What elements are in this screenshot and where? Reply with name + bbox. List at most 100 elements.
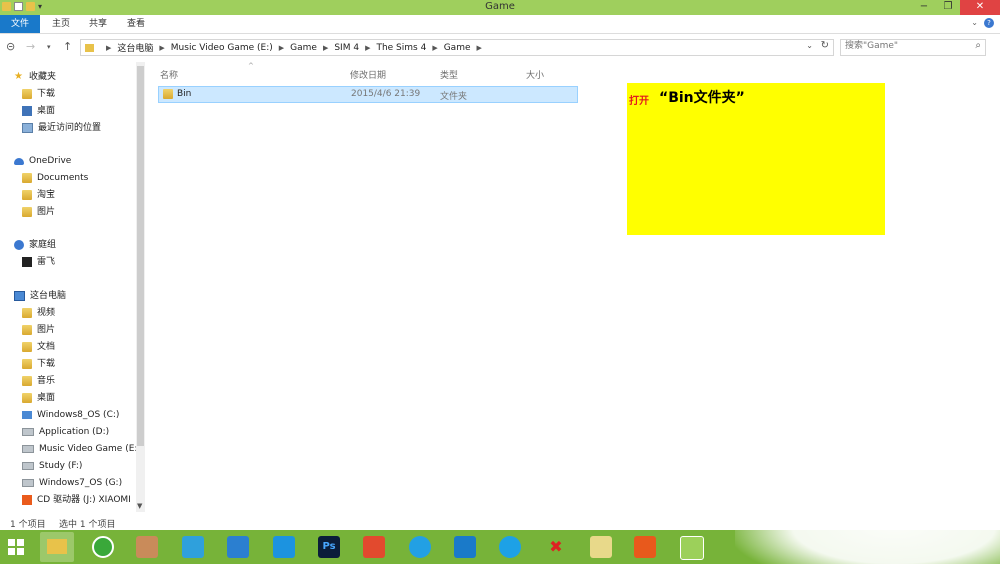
search-input[interactable] <box>841 40 969 52</box>
breadcrumb-item[interactable]: Music Video Game (E:) <box>171 43 273 53</box>
pictures-folder-icon <box>22 325 32 335</box>
nav-label: 音乐 <box>37 376 56 386</box>
tab-share[interactable]: 共享 <box>86 15 110 33</box>
nav-label: Documents <box>37 173 89 183</box>
nav-item-pictures[interactable]: 图片 <box>22 204 55 220</box>
breadcrumb: ▶ 这台电脑 ▶ Music Video Game (E:) ▶ Game ▶ … <box>85 41 488 54</box>
game-taskbar-icon[interactable] <box>363 536 385 558</box>
nav-item-recent[interactable]: 最近访问的位置 <box>22 120 101 136</box>
browser-taskbar-icon[interactable] <box>499 536 521 558</box>
nav-item-desktop[interactable]: 桌面 <box>22 390 55 406</box>
nav-scrollbar[interactable]: ▼ <box>136 62 145 512</box>
recent-locations-icon[interactable]: ▾ <box>47 43 51 51</box>
column-header-name[interactable]: 名称 <box>160 68 178 81</box>
xiaomi-drive-icon <box>22 495 32 505</box>
chevron-right-icon[interactable]: ▶ <box>106 44 111 52</box>
nav-label: 收藏夹 <box>29 72 57 82</box>
search-box[interactable]: ⌕ <box>840 39 986 56</box>
tab-home[interactable]: 主页 <box>48 15 74 33</box>
item-count: 1 个项目 <box>10 520 46 530</box>
nav-item-drive-d[interactable]: Application (D:) <box>22 424 109 440</box>
nav-item-documents[interactable]: 文档 <box>22 339 55 355</box>
book-taskbar-icon[interactable] <box>590 536 612 558</box>
forward-arrow-icon[interactable]: → <box>26 40 35 53</box>
nav-item-taobao[interactable]: 淘宝 <box>22 187 55 203</box>
nav-homegroup[interactable]: 家庭组 <box>14 237 56 253</box>
file-explorer-taskbar-icon[interactable] <box>40 532 74 562</box>
nav-label: 文档 <box>37 342 56 352</box>
nav-item-pictures[interactable]: 图片 <box>22 322 55 338</box>
nav-item-documents[interactable]: Documents <box>22 170 88 186</box>
nav-label: 桌面 <box>37 106 56 116</box>
breadcrumb-item[interactable]: SIM 4 <box>334 43 359 53</box>
back-arrow-icon[interactable]: ⊝ <box>6 40 15 53</box>
annotation-action: 打开 <box>629 96 649 107</box>
nav-item-drive-j[interactable]: CD 驱动器 (J:) XIAOMI <box>22 492 131 508</box>
file-row[interactable]: Bin 2015/4/6 21:39 文件夹 <box>158 86 578 103</box>
column-header-size[interactable]: 大小 <box>526 68 544 81</box>
column-header-type[interactable]: 类型 <box>440 68 458 81</box>
maximize-button[interactable]: ❐ <box>936 0 960 15</box>
cloud-taskbar-icon[interactable] <box>454 536 476 558</box>
nav-item-videos[interactable]: 视频 <box>22 305 55 321</box>
desktop-icon <box>22 106 32 116</box>
qq-taskbar-icon[interactable] <box>409 536 431 558</box>
breadcrumb-item[interactable]: Game <box>290 43 317 53</box>
refresh-icon[interactable]: ↻ <box>821 40 829 51</box>
download-folder-icon <box>22 89 32 99</box>
chat-taskbar-icon[interactable] <box>680 536 704 560</box>
nav-item-music[interactable]: 音乐 <box>22 373 55 389</box>
nav-item-drive-g[interactable]: Windows7_OS (G:) <box>22 475 122 491</box>
nav-this-pc[interactable]: 这台电脑 <box>14 288 66 304</box>
minimize-button[interactable]: − <box>912 0 936 15</box>
address-bar[interactable]: ▶ 这台电脑 ▶ Music Video Game (E:) ▶ Game ▶ … <box>80 39 834 56</box>
chevron-right-icon[interactable]: ▶ <box>365 44 370 52</box>
breadcrumb-item[interactable]: Game <box>444 43 471 53</box>
baidu-cloud-taskbar-icon[interactable] <box>182 536 204 558</box>
tab-view[interactable]: 查看 <box>124 15 148 33</box>
start-button[interactable] <box>8 539 24 555</box>
nav-item-user[interactable]: 雷飞 <box>22 254 55 270</box>
chevron-right-icon[interactable]: ▶ <box>432 44 437 52</box>
network-taskbar-icon[interactable] <box>227 536 249 558</box>
nav-item-downloads[interactable]: 下载 <box>22 356 55 372</box>
nav-item-drive-e[interactable]: Music Video Game (E:) <box>22 441 141 457</box>
breadcrumb-item[interactable]: The Sims 4 <box>376 43 426 53</box>
close-button[interactable]: ✕ <box>960 0 1000 15</box>
title-bar: ▾ Game − ❐ ✕ <box>0 0 1000 15</box>
nav-label: 家庭组 <box>29 240 57 250</box>
scroll-down-icon[interactable]: ▼ <box>137 502 142 510</box>
search-icon[interactable]: ⌕ <box>975 40 981 51</box>
nav-item-drive-c[interactable]: Windows8_OS (C:) <box>22 407 119 423</box>
breadcrumb-item[interactable]: 这台电脑 <box>117 41 153 54</box>
scrollbar-thumb[interactable] <box>137 66 144 446</box>
up-arrow-icon[interactable]: ↑ <box>63 40 72 53</box>
feiq-taskbar-icon[interactable] <box>273 536 295 558</box>
nav-onedrive[interactable]: OneDrive <box>14 153 71 169</box>
nav-label: Windows7_OS (G:) <box>39 478 123 488</box>
chevron-right-icon[interactable]: ▶ <box>159 44 164 52</box>
photoshop-taskbar-icon[interactable]: Ps <box>318 536 340 558</box>
nav-item-downloads[interactable]: 下载 <box>22 86 55 102</box>
nav-label: CD 驱动器 (J:) XIAOMI <box>37 495 131 505</box>
360-browser-taskbar-icon[interactable] <box>92 536 114 558</box>
help-icon[interactable]: ? <box>984 18 994 28</box>
history-dropdown-icon[interactable]: ⌄ <box>806 41 813 50</box>
column-header-modified[interactable]: 修改日期 <box>350 68 386 81</box>
nav-favorites[interactable]: ★ 收藏夹 <box>14 69 56 85</box>
tab-file[interactable]: 文件 <box>0 15 40 33</box>
nav-label: Study (F:) <box>39 461 83 471</box>
paint-taskbar-icon[interactable] <box>136 536 158 558</box>
folder-icon <box>22 207 32 217</box>
chevron-right-icon[interactable]: ▶ <box>477 44 482 52</box>
drive-icon <box>22 428 34 436</box>
nav-item-drive-f[interactable]: Study (F:) <box>22 458 82 474</box>
chevron-right-icon[interactable]: ▶ <box>323 44 328 52</box>
folder-icon <box>22 173 32 183</box>
nav-item-desktop[interactable]: 桌面 <box>22 103 55 119</box>
x-app-taskbar-icon[interactable]: ✖ <box>545 536 567 558</box>
mi-taskbar-icon[interactable] <box>634 536 656 558</box>
expand-ribbon-icon[interactable]: ⌄ <box>971 18 978 27</box>
navigation-bar: ⊝ → ▾ ↑ ▶ 这台电脑 ▶ Music Video Game (E:) ▶… <box>0 36 1000 58</box>
chevron-right-icon[interactable]: ▶ <box>279 44 284 52</box>
